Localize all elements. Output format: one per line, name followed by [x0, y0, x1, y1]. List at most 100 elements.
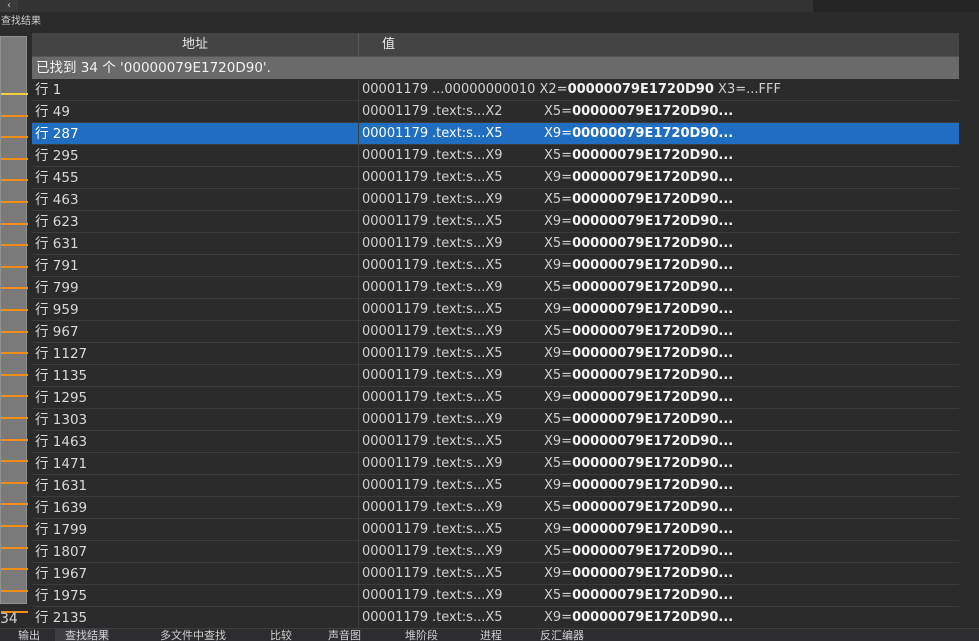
value-register: X5= [544, 544, 573, 559]
value-tail: X3=...FFF [713, 82, 781, 97]
table-row[interactable]: 行 1471 00001179 .text:s...X9 X5=00000079E17… [32, 453, 959, 475]
table-row[interactable]: 行 1127 00001179 .text:s...X5 X9=00000079E17… [32, 343, 959, 365]
value-register: X5= [544, 148, 573, 163]
bottom-tab[interactable]: 进程 [470, 629, 502, 641]
table-row[interactable]: 行 791 00001179 .text:s...X5 X9=00000079E172… [32, 255, 959, 277]
value-register: X5= [544, 500, 573, 515]
row-address: 行 1807 [35, 544, 88, 560]
table-row[interactable]: 行 287 00001179 .text:s...X5 X9=00000079E172… [32, 123, 959, 145]
column-divider [358, 519, 359, 541]
row-address: 行 1 [35, 82, 62, 98]
table-row[interactable]: 行 1 00001179 ...00000000010 X2=00000079E1… [32, 79, 959, 101]
results-grid[interactable]: 地址 值 已找到 34 个 '00000079E1720D90'. 行 1 00… [32, 33, 959, 629]
scroll-thumb[interactable] [18, 0, 813, 12]
bottom-tab[interactable]: 输出 [8, 629, 40, 641]
overview-marker [1, 503, 28, 506]
bottom-tab[interactable]: 查找结果 [55, 629, 109, 641]
row-address: 行 1799 [35, 522, 88, 538]
table-row[interactable]: 行 1807 00001179 .text:s...X9 X5=00000079E17… [32, 541, 959, 563]
table-row[interactable]: 行 1975 00001179 .text:s...X9 X5=00000079E17… [32, 585, 959, 607]
table-row[interactable]: 行 799 00001179 .text:s...X9 X5=00000079E172… [32, 277, 959, 299]
table-row[interactable]: 行 1631 00001179 .text:s...X5 X9=00000079E17… [32, 475, 959, 497]
value-match: 00000079E1720D90... [572, 588, 734, 603]
chevron-left-icon[interactable]: ‹ [0, 0, 18, 12]
value-match: 00000079E1720D90... [572, 236, 734, 251]
value-address: 00001179 [362, 368, 429, 383]
value-match: 00000079E1720D90... [572, 478, 734, 493]
value-segment: .text:s...X5 [432, 258, 503, 273]
bottom-tab[interactable]: 比较 [260, 629, 292, 641]
row-address: 行 1127 [35, 346, 88, 362]
overview-marker [1, 265, 28, 268]
table-row[interactable]: 行 295 00001179 .text:s...X9 X5=00000079E172… [32, 145, 959, 167]
value-address: 00001179 [362, 346, 429, 361]
overview-marker [1, 157, 28, 160]
top-scrollbar[interactable]: ‹ [0, 0, 979, 12]
value-segment: .text:s...X9 [432, 544, 503, 559]
table-row[interactable]: 行 1303 00001179 .text:s...X9 X5=00000079E17… [32, 409, 959, 431]
table-row[interactable]: 行 49 00001179 .text:s...X2 X5=00000079E1720… [32, 101, 959, 123]
table-row[interactable]: 行 1799 00001179 .text:s...X5 X9=00000079E17… [32, 519, 959, 541]
bottom-tab[interactable]: 反汇编器 [530, 629, 584, 641]
bottom-tab[interactable]: 堆阶段 [395, 629, 438, 641]
row-value: 00001179 .text:s...X9 X5=00000079E1720D90.… [362, 145, 733, 167]
overview-marker [1, 222, 28, 225]
table-row[interactable]: 行 631 00001179 .text:s...X9 X5=00000079E172… [32, 233, 959, 255]
row-address: 行 1631 [35, 478, 88, 494]
bottom-tab[interactable]: 声音图 [318, 629, 361, 641]
scroll-track[interactable] [813, 0, 979, 12]
table-row[interactable]: 行 1295 00001179 .text:s...X5 X9=00000079E17… [32, 387, 959, 409]
column-header-value[interactable]: 值 [382, 33, 395, 56]
value-register: X5= [544, 456, 573, 471]
column-divider [358, 585, 359, 607]
column-divider [358, 497, 359, 519]
column-divider [358, 189, 359, 211]
table-row[interactable]: 行 623 00001179 .text:s...X5 X9=00000079E172… [32, 211, 959, 233]
table-row[interactable]: 行 2135 00001179 .text:s...X5 X9=00000079E17… [32, 607, 959, 629]
value-register: X9= [544, 258, 573, 273]
value-address: 00001179 [362, 324, 429, 339]
row-value: 00001179 ...00000000010 X2=00000079E1720D… [362, 79, 781, 101]
row-address: 行 631 [35, 236, 79, 252]
table-row[interactable]: 行 967 00001179 .text:s...X9 X5=00000079E172… [32, 321, 959, 343]
value-match: 00000079E1720D90... [572, 214, 734, 229]
result-count-label: 34 [0, 611, 18, 627]
value-match: 00000079E1720D90... [572, 104, 734, 119]
value-match: 00000079E1720D90... [572, 148, 734, 163]
column-divider [358, 541, 359, 563]
column-header-address[interactable]: 地址 [32, 33, 359, 56]
table-row[interactable]: 行 1967 00001179 .text:s...X5 X9=00000079E17… [32, 563, 959, 585]
table-row[interactable]: 行 1463 00001179 .text:s...X5 X9=00000079E17… [32, 431, 959, 453]
table-row[interactable]: 行 455 00001179 .text:s...X5 X9=00000079E172… [32, 167, 959, 189]
value-match: 00000079E1720D90... [572, 126, 734, 141]
value-match: 00000079E1720D90... [572, 346, 734, 361]
value-register: X5= [544, 412, 573, 427]
value-match: 00000079E1720D90... [572, 324, 734, 339]
result-rows: 行 1 00001179 ...00000000010 X2=00000079E1… [32, 79, 959, 629]
row-address: 行 295 [35, 148, 79, 164]
column-divider [358, 563, 359, 585]
bottom-tab[interactable]: 多文件中查找 [150, 629, 226, 641]
overview-marker [1, 395, 28, 398]
table-row[interactable]: 行 959 00001179 .text:s...X5 X9=00000079E172… [32, 299, 959, 321]
overview-marker [1, 114, 28, 117]
search-overview-bar[interactable] [0, 36, 28, 614]
value-address: 00001179 [362, 258, 429, 273]
value-register: X9= [544, 522, 573, 537]
table-row[interactable]: 行 463 00001179 .text:s...X9 X5=00000079E172… [32, 189, 959, 211]
column-divider [358, 255, 359, 277]
table-row[interactable]: 行 1639 00001179 .text:s...X9 X5=00000079E17… [32, 497, 959, 519]
overview-marker [1, 460, 28, 463]
value-match: 00000079E1720D90... [572, 610, 734, 625]
value-register: X9= [544, 214, 573, 229]
value-register: X5= [544, 368, 573, 383]
search-summary-row[interactable]: 已找到 34 个 '00000079E1720D90'. [32, 57, 959, 79]
value-match: 00000079E1720D90... [572, 566, 734, 581]
value-address: 00001179 [362, 104, 429, 119]
table-row[interactable]: 行 1135 00001179 .text:s...X9 X5=00000079E17… [32, 365, 959, 387]
row-value: 00001179 .text:s...X9 X5=00000079E1720D90.… [362, 409, 733, 431]
row-address: 行 1463 [35, 434, 88, 450]
row-address: 行 455 [35, 170, 79, 186]
row-address: 行 287 [35, 126, 79, 142]
overview-marker [1, 352, 28, 355]
